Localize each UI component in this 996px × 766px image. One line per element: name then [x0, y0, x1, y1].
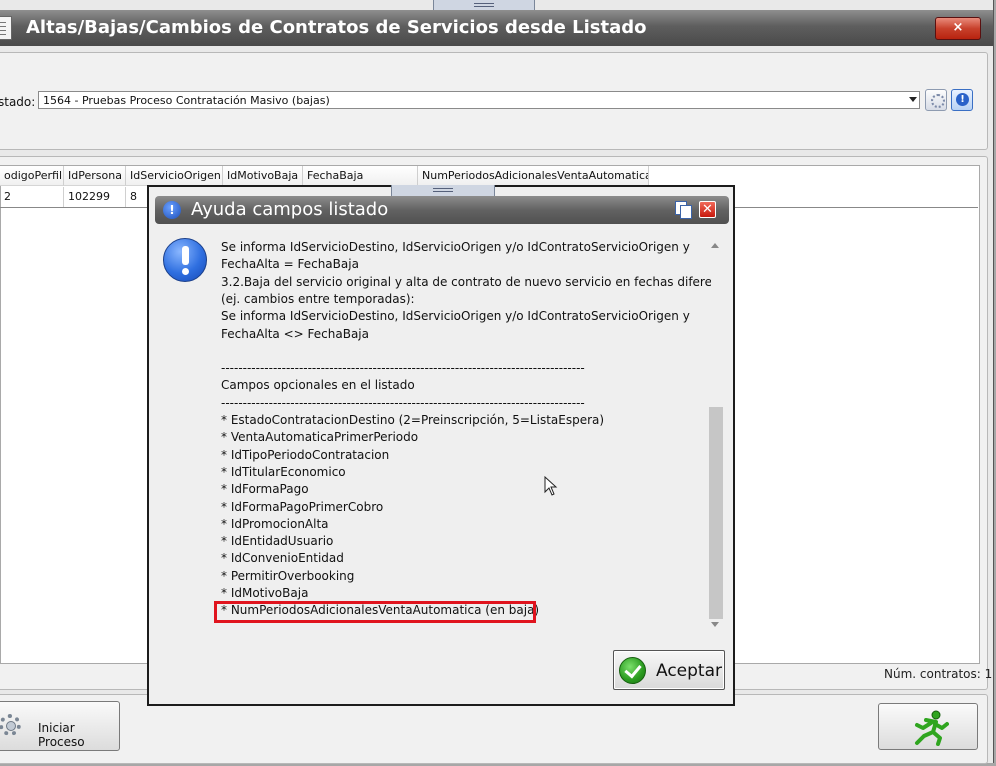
dialog-title: Ayuda campos listado [191, 199, 389, 220]
help-text-line: ----------------------------------------… [221, 395, 585, 410]
info-icon [163, 238, 207, 282]
scroll-up-icon[interactable] [711, 243, 719, 248]
run-button[interactable] [878, 703, 978, 750]
mouse-cursor-icon [544, 476, 558, 496]
help-text-line: * EstadoContratacionDestino (2=Preinscri… [221, 413, 605, 427]
listado-label: stado: [0, 95, 36, 109]
column-header[interactable]: IdServicioOrigen [126, 166, 223, 186]
chevron-down-icon [909, 97, 917, 102]
help-text-line: FechaAlta = FechaBaja [221, 257, 359, 272]
checkmark-icon [619, 657, 646, 684]
help-text-area[interactable]: Se informa IdServicioDestino, IdServicio… [221, 239, 711, 629]
column-header[interactable]: IdPersona [64, 166, 126, 186]
help-text-line: * IdTitularEconomico [221, 464, 346, 479]
column-header[interactable]: IdMotivoBaja [223, 166, 303, 186]
window-title: Altas/Bajas/Cambios de Contratos de Serv… [26, 17, 647, 38]
help-text-line: Se informa IdServicioDestino, IdServicio… [221, 240, 690, 254]
running-man-icon [915, 710, 949, 746]
dialog-titlebar: ! Ayuda campos listado ✕ [155, 196, 729, 224]
listado-select[interactable]: 1564 - Pruebas Proceso Contratación Masi… [38, 91, 920, 109]
help-text-line: * IdMotivoBaja [221, 586, 309, 600]
gears-icon [0, 714, 21, 736]
help-text-line: * IdFormaPago [221, 482, 309, 497]
help-text-line: FechaAlta <> FechaBaja [221, 326, 369, 341]
vertical-scrollbar[interactable] [708, 239, 724, 631]
help-text-line: ----------------------------------------… [221, 361, 585, 376]
listado-selected-value: 1564 - Pruebas Proceso Contratación Masi… [43, 94, 330, 107]
close-dialog-button[interactable]: ✕ [699, 201, 716, 218]
start-process-button[interactable]: Iniciar Proceso [0, 701, 120, 751]
info-icon: ! [956, 93, 969, 106]
table-cell: 2 [0, 187, 64, 207]
help-text-line: (ej. cambios entre temporadas): [221, 291, 415, 306]
help-text-line: 3.2.Baja del servicio original y alta de… [221, 274, 711, 289]
help-text-line: Campos opcionales en el listado [221, 378, 415, 393]
column-header[interactable]: FechaBaja [303, 166, 418, 186]
scroll-down-icon[interactable] [711, 622, 719, 627]
help-text-line: * VentaAutomaticaPrimerPeriodo [221, 430, 419, 445]
copy-icon[interactable] [675, 201, 692, 219]
scroll-thumb[interactable] [709, 407, 723, 619]
accept-label: Aceptar [656, 661, 722, 681]
highlight-box [214, 601, 536, 623]
main-titlebar: Altas/Bajas/Cambios de Contratos de Serv… [0, 10, 993, 46]
help-text-line: * IdTipoPeriodoContratacion [221, 447, 390, 462]
close-window-button[interactable]: × [935, 17, 981, 40]
help-dialog: ! Ayuda campos listado ✕ Se informa IdSe… [147, 185, 735, 706]
table-cell: 102299 [64, 187, 126, 207]
gear-icon [931, 94, 945, 108]
column-header[interactable]: NumPeriodosAdicionalesVentaAutomatica [418, 166, 649, 186]
column-header[interactable]: odigoPerfil [0, 166, 64, 186]
help-text-line: * IdFormaPagoPrimerCobro [221, 499, 384, 514]
document-icon [0, 16, 12, 40]
start-process-label: Iniciar Proceso [38, 721, 85, 749]
help-text-line: * PermitirOverbooking [221, 568, 355, 583]
help-text-line: * IdPromocionAlta [221, 516, 329, 531]
info-icon: ! [163, 201, 181, 219]
help-text-line: * IdEntidadUsuario [221, 534, 334, 549]
help-text-line: * IdConvenioEntidad [221, 551, 344, 566]
listado-settings-button[interactable] [925, 89, 947, 111]
help-text-line: Se informa IdServicioDestino, IdServicio… [221, 309, 690, 324]
contracts-count: Núm. contratos: 1 [884, 667, 993, 681]
listado-help-button[interactable]: ! [951, 89, 973, 111]
accept-button[interactable]: Aceptar [613, 650, 725, 690]
